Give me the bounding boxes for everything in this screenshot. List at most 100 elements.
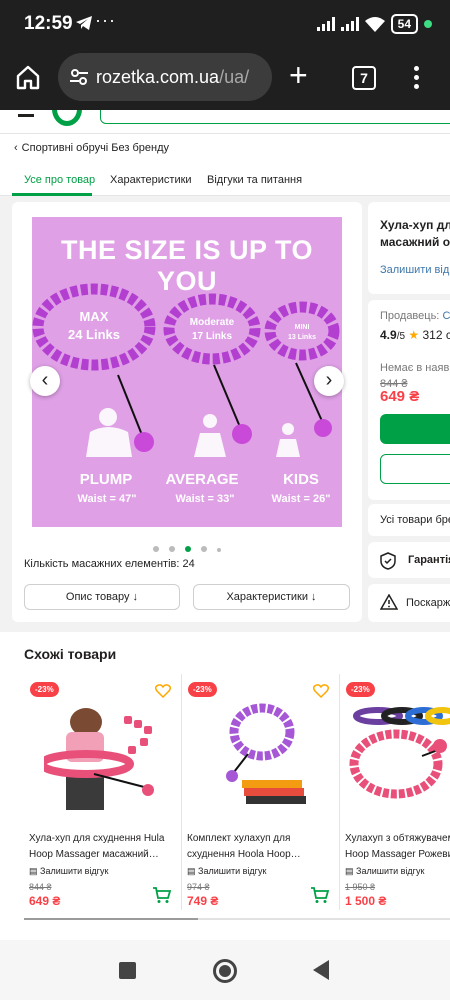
browser-menu-icon[interactable] [414,66,419,93]
massage-elements-count: Кількість масажних елементів: 24 [24,558,195,570]
gallery-prev-button[interactable]: ‹ [30,366,60,396]
review-icon: ▤ [187,866,196,876]
privacy-dot-icon [424,20,432,28]
complaint-link: Поскарж [406,597,450,609]
heart-icon[interactable] [155,684,171,698]
tab-characteristics[interactable]: Характеристики [110,174,192,186]
gallery-dot[interactable] [169,546,175,552]
product-name[interactable]: Комплект хулахуп для схуднення Hoola Hoop… [187,831,337,863]
label-average: AVERAGE [165,471,239,488]
svg-text:MINI: MINI [295,324,310,331]
product-title-line1: Хула-хуп для [380,218,450,232]
product-name-line2: Hoop Massager масажний… [29,849,159,860]
status-time: 12:59 [24,13,73,34]
chevron-left-icon: ‹ [14,142,18,154]
gallery-dot[interactable] [201,546,207,552]
product-title-card: Хула-хуп для масажний об Залишити відгу [368,202,450,294]
product-image [348,702,450,810]
new-tab-button[interactable]: + [289,59,308,91]
old-price: 974 ₴ [187,882,210,892]
battery-icon: 54 [390,14,418,34]
gallery-dot-active[interactable] [185,546,191,552]
address-bar[interactable]: rozetka.com.ua/ua/ [58,53,272,101]
product-card[interactable]: -23% Хула-хуп для схуднення Hula Hoop Mas… [24,674,182,910]
active-tab-indicator [12,193,92,196]
leave-review-link[interactable]: ▤ Залишити відгук [29,866,108,877]
product-name-line2: схуднення Hoola Hoop… [187,849,301,860]
all-brand-products-link[interactable]: Усі товари бре [380,514,450,526]
warranty-label: Гарантія. [408,554,450,566]
characteristics-button[interactable]: Характеристики ↓ [193,584,350,610]
credit-button[interactable] [380,454,450,484]
cart-icon[interactable] [310,886,330,904]
stock-status: Немає в наявно [380,362,450,374]
wifi-icon [364,17,385,32]
review-icon: ▤ [29,866,38,876]
gallery-next-button[interactable]: › [314,366,344,396]
heart-icon[interactable] [313,684,329,698]
price: 749 ₴ [187,894,219,908]
product-title-line2: масажний об [380,235,450,249]
signal-icon [316,17,335,31]
leave-review-label: Залишити відгук [356,866,425,876]
telegram-icon [76,16,92,30]
complaint-card[interactable]: Поскарж [368,584,450,622]
home-button[interactable] [213,959,237,983]
product-image [202,702,320,810]
product-name-line1: Комплект хулахуп для [187,833,291,844]
svg-text:17 Links: 17 Links [192,331,232,342]
home-icon[interactable] [14,63,42,91]
carousel-scrollbar[interactable] [24,918,198,920]
purchase-card: Продавець: Са 4.9/5 ★ 312 с Немає в наяв… [368,300,450,500]
tab-all-about-product[interactable]: Усе про товар [24,174,95,186]
menu-icon[interactable] [18,114,34,117]
product-name-line1: Хула-хуп для схуднення Hula [29,833,165,844]
product-name[interactable]: Хула-хуп для схуднення Hula Hoop Massager… [29,831,179,863]
label-plump: PLUMP [79,471,133,488]
product-tabs: Усе про товар Характеристики Відгуки та … [0,164,450,196]
leave-review-link[interactable]: Залишити відгу [380,264,450,276]
all-brand-products-card[interactable]: Усі товари бре [368,504,450,536]
url-host: rozetka.com.ua [96,67,220,87]
search-input[interactable] [100,110,450,124]
rating-scale: /5 [396,331,406,342]
breadcrumb[interactable]: ‹ Спортивні обручі Без бренду [0,134,450,164]
system-navigation-bar [0,940,450,1000]
reviews-count: 312 с [422,328,450,342]
svg-text:24 Links: 24 Links [68,327,120,342]
url-text: rozetka.com.ua/ua/ [96,67,249,88]
browser-toolbar: rozetka.com.ua/ua/ + 7 [0,48,450,110]
product-card[interactable]: -23% Хулахуп з обтяжувачем Hoop Massager … [340,674,450,910]
status-bar: 12:59 ··· 54 [0,0,450,48]
recent-apps-button[interactable] [119,962,136,979]
seller-rating: 4.9/5 ★ 312 с [380,328,450,342]
label-kids: KIDS [283,471,319,488]
url-path: /ua/ [219,67,250,87]
site-settings-icon[interactable] [68,66,90,88]
gallery-dot[interactable] [153,546,159,552]
similar-products: Схожі товари -23% Хула-хуп для схуднення… [0,632,450,940]
description-button[interactable]: Опис товару ↓ [24,584,180,610]
cart-icon[interactable] [152,886,172,904]
product-name-line1: Хулахуп з обтяжувачем [345,833,450,844]
product-image[interactable]: THE SIZE IS UP TO YOU MAX 24 Links Moder… [32,217,342,527]
warranty-card[interactable]: Гарантія. [368,542,450,578]
rozetka-logo[interactable] [52,110,82,126]
product-name[interactable]: Хулахуп з обтяжувачем Hoop Massager Рожев… [345,831,450,863]
signal-icon-2 [340,17,359,31]
product-card[interactable]: -23% Комплект хулахуп для схуднення Hoola… [182,674,340,910]
product-image [44,702,162,810]
tab-reviews[interactable]: Відгуки та питання [207,174,302,186]
review-icon: ▤ [345,866,354,876]
leave-review-label: Залишити відгук [40,866,109,876]
back-button[interactable] [313,960,329,980]
buy-button[interactable] [380,414,450,444]
gallery-dot[interactable] [217,548,221,552]
seller-link[interactable]: Са [442,310,450,322]
leave-review-link[interactable]: ▤ Залишити відгук [187,866,266,877]
product-name-line2: Hoop Massager Рожевий [345,849,450,860]
discount-badge: -23% [346,682,375,697]
leave-review-link[interactable]: ▤ Залишити відгук [345,866,424,877]
tab-switcher-button[interactable]: 7 [352,66,376,90]
current-price: 649 ₴ [380,388,420,405]
